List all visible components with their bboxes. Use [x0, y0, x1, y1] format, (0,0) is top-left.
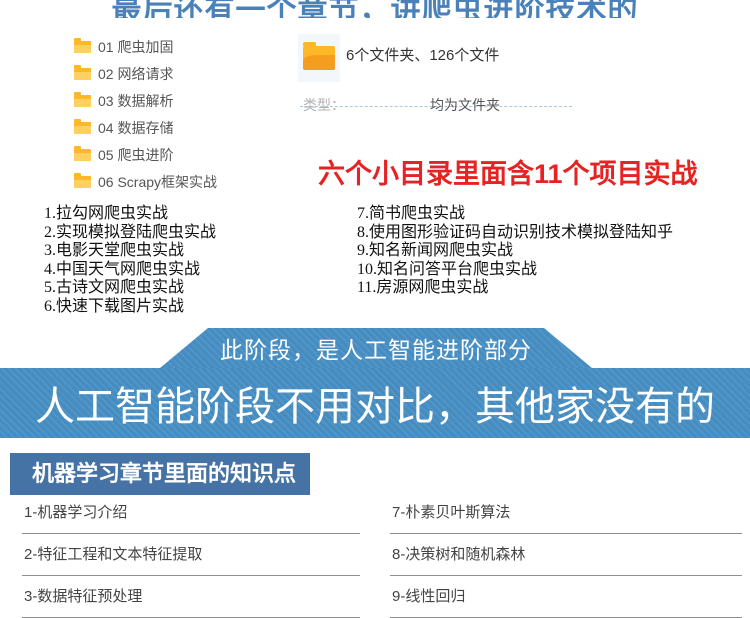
big-folder-icon [298, 34, 340, 82]
project-item: 5.古诗文网爬虫实战 [44, 279, 185, 296]
folder-icon [74, 37, 91, 53]
project-item: 4.中国天气网爬虫实战 [44, 260, 201, 278]
ml-list-right: 7-朴素贝叶斯算法 8-决策树和随机森林 9-线性回归 [390, 492, 742, 618]
ml-item: 1-机器学习介绍 [22, 492, 360, 534]
folder-list: 01 爬虫加固 02 网络请求 03 数据解析 04 数据存储 05 爬虫进阶 … [74, 33, 217, 195]
folder-item-label: 06 Scrapy框架实战 [98, 173, 218, 190]
project-item: 1.拉勾网爬虫实战 [44, 205, 169, 222]
folder-icon [74, 91, 91, 107]
project-item: 7.简书爬虫实战 [357, 205, 466, 222]
folder-item-label: 04 数据存储 [98, 119, 174, 136]
folder-icon [74, 145, 91, 161]
project-list-left: 1.拉勾网爬虫实战 2.实现模拟登陆爬虫实战 3.电影天堂爬虫实战 4.中国天气… [44, 205, 216, 316]
project-item: 9.知名新闻网爬虫实战 [357, 242, 514, 259]
folder-icon [74, 172, 91, 188]
ml-list-left: 1-机器学习介绍 2-特征工程和文本特征提取 3-数据特征预处理 [22, 492, 360, 618]
folder-item-label: 01 爬虫加固 [98, 38, 174, 55]
project-item: 3.电影天堂爬虫实战 [44, 242, 185, 259]
folder-item[interactable]: 05 爬虫进阶 [74, 141, 217, 168]
ml-item: 2-特征工程和文本特征提取 [22, 534, 360, 576]
ml-item: 7-朴素贝叶斯算法 [390, 492, 742, 534]
banner-title: 人工智能阶段不用对比，其他家没有的 [35, 385, 715, 429]
banner-tab-text: 此阶段，是人工智能进阶部分 [220, 337, 532, 363]
ml-item: 3-数据特征预处理 [22, 576, 360, 618]
ml-section-header: 机器学习章节里面的知识点 [10, 453, 310, 495]
project-list-right: 7.简书爬虫实战 8.使用图形验证码自动识别技术模拟登陆知乎 9.知名新闻网爬虫… [357, 205, 673, 298]
type-value: 均为文件夹 [430, 97, 500, 113]
ml-item: 8-决策树和随机森林 [390, 534, 742, 576]
folder-summary: 6个文件夹、126个文件 [346, 47, 500, 64]
folder-item-label: 05 爬虫进阶 [98, 146, 174, 163]
project-item: 10.知名问答平台爬虫实战 [357, 260, 538, 278]
banner-tab: 此阶段，是人工智能进阶部分 [160, 328, 592, 368]
folder-icon [74, 64, 91, 80]
folder-item[interactable]: 02 网络请求 [74, 60, 217, 87]
project-item: 8.使用图形验证码自动识别技术模拟登陆知乎 [357, 223, 674, 241]
project-item: 6.快速下载图片实战 [44, 297, 185, 315]
ml-item: 9-线性回归 [390, 576, 742, 618]
folder-item[interactable]: 06 Scrapy框架实战 [74, 168, 217, 195]
project-item: 2.实现模拟登陆爬虫实战 [44, 223, 217, 241]
folder-item[interactable]: 03 数据解析 [74, 87, 217, 114]
folder-item-label: 03 数据解析 [98, 92, 174, 109]
folder-item[interactable]: 01 爬虫加固 [74, 33, 217, 60]
top-caption-clip: 最后还有一个章节，讲爬虫进阶技术的 [0, 0, 750, 18]
project-item: 11.房源网爬虫实战 [357, 279, 489, 296]
highlight-text: 六个小目录里面含11个项目实战 [318, 159, 698, 189]
type-label: 类型： [303, 97, 345, 113]
banner-bar: 人工智能阶段不用对比，其他家没有的 [0, 368, 750, 438]
folder-item-label: 02 网络请求 [98, 65, 174, 82]
top-caption: 最后还有一个章节，讲爬虫进阶技术的 [111, 0, 639, 18]
folder-item[interactable]: 04 数据存储 [74, 114, 217, 141]
folder-icon [74, 118, 91, 134]
